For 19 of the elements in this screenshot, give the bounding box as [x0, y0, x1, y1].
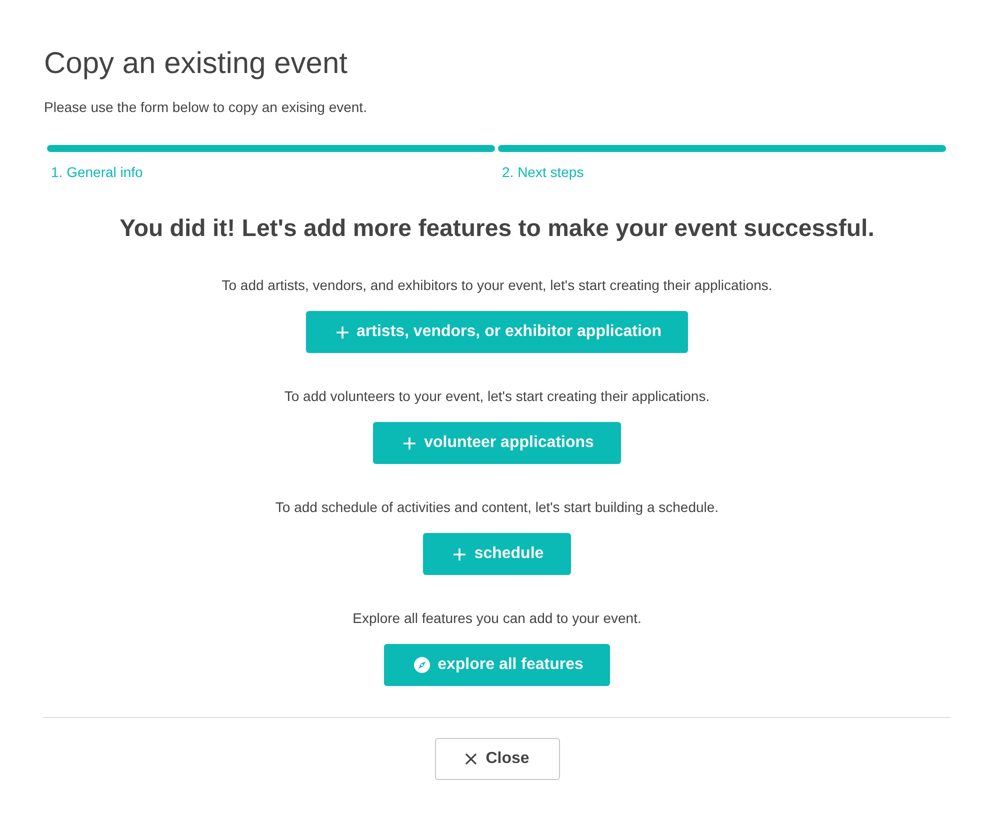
add-feature-button[interactable]: schedule: [423, 533, 571, 575]
add-feature-button[interactable]: volunteer applications: [373, 422, 621, 464]
feature-description: To add artists, vendors, and exhibitors to your event, let's start creating their applications.: [222, 276, 772, 295]
plus-icon: [403, 436, 416, 450]
dialog-title: Copy an existing event: [44, 46, 349, 82]
step-label[interactable]: 1. General info: [47, 162, 143, 182]
compass-icon: [414, 657, 430, 673]
dialog-subtitle: Please use the form below to copy an exising event.: [44, 98, 368, 117]
success-heading: You did it! Let's add more features to make your event successful.: [118, 214, 876, 244]
add-feature-button[interactable]: artists, vendors, or exhibitor application: [306, 311, 688, 353]
feature-description: Explore all features you can add to your event.: [352, 609, 642, 628]
plus-icon: [453, 548, 466, 560]
close-button[interactable]: Close: [434, 738, 560, 780]
step-label[interactable]: 2. Next steps: [498, 162, 584, 182]
explore-features-button[interactable]: explore all features: [384, 644, 610, 686]
feature-description: To add schedule of activities and content, let's start building a schedule.: [275, 498, 719, 517]
plus-icon: [336, 326, 349, 338]
close-icon: [464, 753, 477, 765]
feature-description: To add volunteers to your event, let's start creating their applications.: [284, 387, 710, 406]
